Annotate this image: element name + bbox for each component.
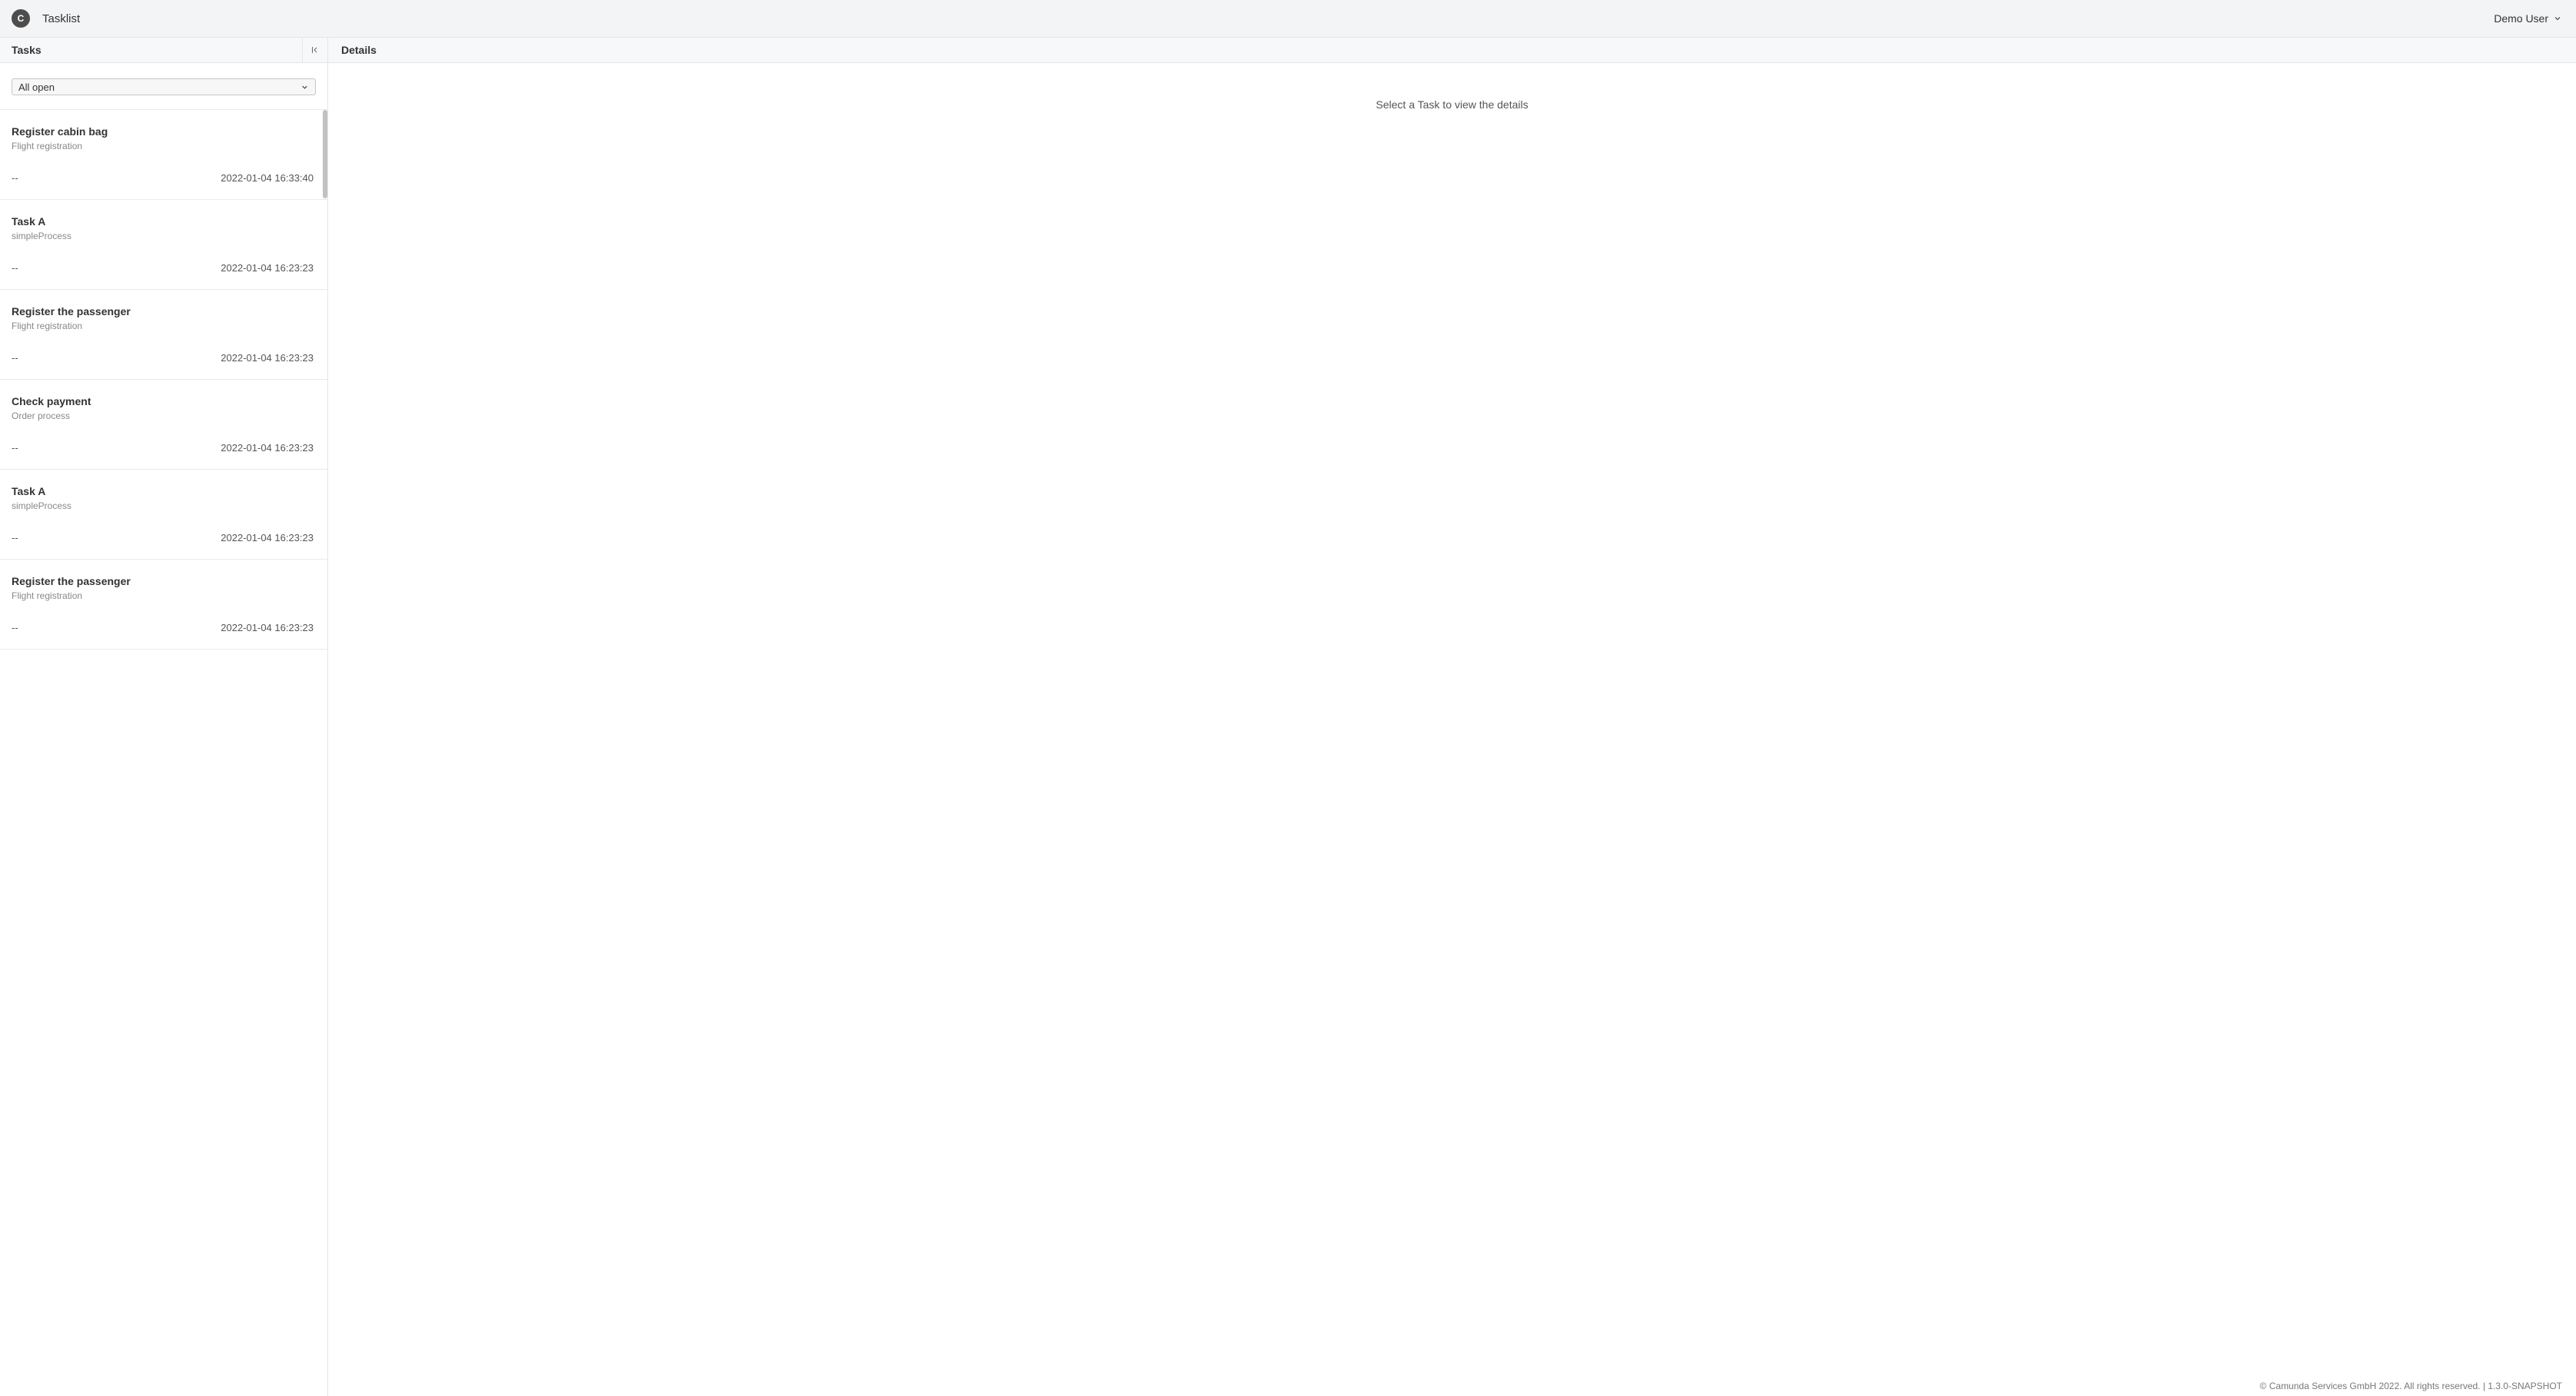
task-title: Check payment bbox=[12, 395, 314, 407]
task-timestamp: 2022-01-04 16:33:40 bbox=[221, 172, 314, 184]
collapse-left-icon bbox=[310, 45, 320, 55]
chevron-down-icon bbox=[2553, 14, 2562, 23]
task-timestamp: 2022-01-04 16:23:23 bbox=[221, 262, 314, 274]
task-item[interactable]: Check payment Order process -- 2022-01-04 1… bbox=[0, 380, 327, 470]
task-process-name: Flight registration bbox=[12, 141, 314, 151]
chevron-down-icon bbox=[300, 83, 309, 91]
task-item[interactable]: Task A simpleProcess -- 2022-01-04 16:23:23 bbox=[0, 470, 327, 560]
scrollbar-thumb[interactable] bbox=[323, 110, 327, 198]
task-assignee: -- bbox=[12, 442, 18, 454]
task-title: Register the passenger bbox=[12, 305, 314, 317]
user-menu[interactable]: Demo User bbox=[2494, 12, 2562, 25]
task-timestamp: 2022-01-04 16:23:23 bbox=[221, 532, 314, 543]
task-timestamp: 2022-01-04 16:23:23 bbox=[221, 442, 314, 454]
task-process-name: simpleProcess bbox=[12, 500, 314, 511]
details-panel: Details Select a Task to view the detail… bbox=[328, 38, 2576, 1396]
app-header: C Tasklist Demo User bbox=[0, 0, 2576, 38]
task-process-name: Flight registration bbox=[12, 590, 314, 601]
task-assignee: -- bbox=[12, 262, 18, 274]
task-timestamp: 2022-01-04 16:23:23 bbox=[221, 352, 314, 364]
task-title: Register cabin bag bbox=[12, 125, 314, 138]
task-item[interactable]: Register the passenger Flight registratio… bbox=[0, 560, 327, 650]
task-title: Register the passenger bbox=[12, 575, 314, 587]
task-process-name: simpleProcess bbox=[12, 231, 314, 241]
task-item[interactable]: Register cabin bag Flight registration -- 2… bbox=[0, 110, 327, 200]
task-title: Task A bbox=[12, 215, 314, 228]
logo-letter: C bbox=[18, 13, 25, 24]
tasks-panel-title: Tasks bbox=[12, 44, 41, 56]
details-placeholder-text: Select a Task to view the details bbox=[1376, 98, 1528, 111]
footer-copyright: © Camunda Services GmbH 2022. All rights… bbox=[2260, 1381, 2562, 1391]
task-item[interactable]: Task A simpleProcess -- 2022-01-04 16:23:23 bbox=[0, 200, 327, 290]
task-item[interactable]: Register the passenger Flight registratio… bbox=[0, 290, 327, 380]
tasks-sidebar: Tasks All open Register cabin bagFlig bbox=[0, 38, 328, 1396]
task-process-name: Flight registration bbox=[12, 321, 314, 331]
task-process-name: Order process bbox=[12, 410, 314, 421]
task-assignee: -- bbox=[12, 352, 18, 364]
filter-selected-label: All open bbox=[18, 81, 55, 93]
user-name: Demo User bbox=[2494, 12, 2548, 25]
collapse-sidebar-button[interactable] bbox=[302, 38, 327, 63]
task-assignee: -- bbox=[12, 172, 18, 184]
task-filter-select[interactable]: All open bbox=[12, 78, 316, 95]
task-list[interactable]: Register cabin bag Flight registration -- 2… bbox=[0, 110, 327, 1396]
task-assignee: -- bbox=[12, 532, 18, 543]
details-panel-title: Details bbox=[341, 44, 377, 56]
task-title: Task A bbox=[12, 485, 314, 497]
task-assignee: -- bbox=[12, 622, 18, 633]
app-logo: C bbox=[12, 9, 30, 28]
app-title: Tasklist bbox=[42, 12, 80, 25]
task-timestamp: 2022-01-04 16:23:23 bbox=[221, 622, 314, 633]
